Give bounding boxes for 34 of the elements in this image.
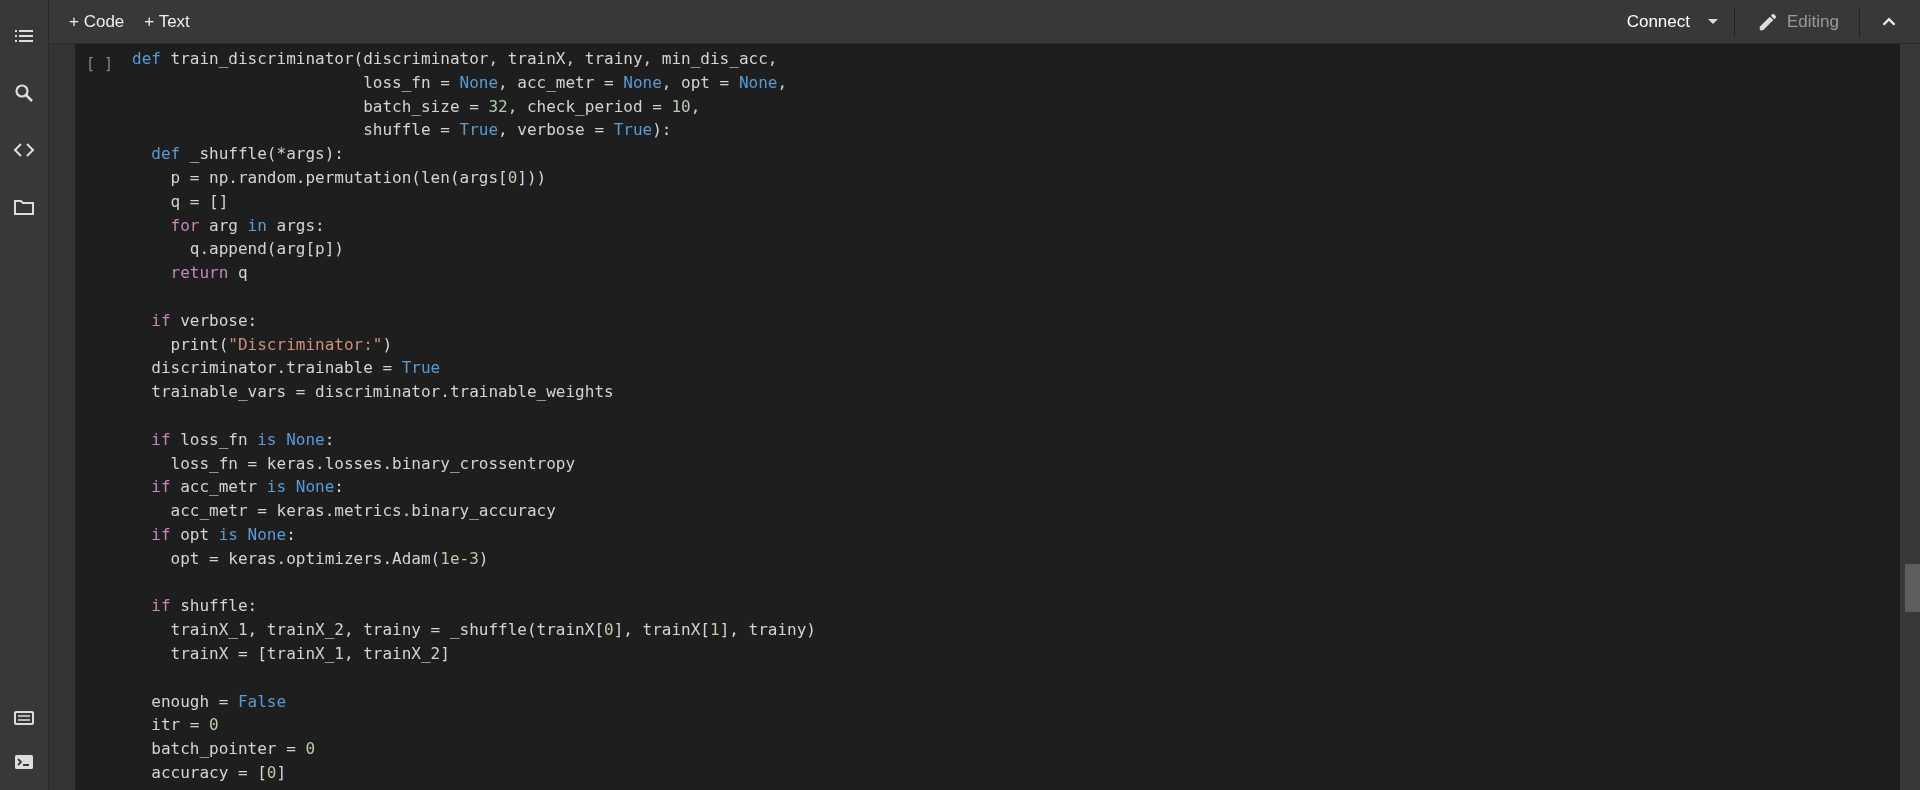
code-line: q = [] bbox=[169, 190, 229, 213]
code-line: if verbose: bbox=[150, 309, 258, 332]
code-line: def train_discriminator(discriminator, trainX, trainy, min_dis_acc, bbox=[132, 48, 778, 70]
code-line: loss_fn = keras.losses.binary_crossentropy bbox=[169, 452, 576, 475]
code-line: p = np.random.permutation(len(args[0])) bbox=[169, 167, 547, 189]
code-line: if opt is None: bbox=[150, 523, 296, 546]
connect-button[interactable]: Connect bbox=[1622, 5, 1694, 38]
code-line: shuffle = True, verbose = True): bbox=[362, 119, 672, 142]
code-line: trainable_vars = discriminator.trainable_weights bbox=[150, 381, 614, 404]
editing-mode-label: Editing bbox=[1787, 11, 1839, 32]
code-cell[interactable] bbox=[75, 44, 1900, 790]
code-line: return q bbox=[169, 262, 248, 285]
code-line: print("Discriminator:") bbox=[169, 333, 393, 356]
code-line: accuracy = [0] bbox=[150, 761, 287, 784]
add-cell-button[interactable]: + Text bbox=[136, 5, 198, 38]
code-line: discriminator.trainable = True bbox=[150, 357, 441, 380]
caret-icon[interactable] bbox=[1708, 18, 1718, 25]
add-cell-button[interactable]: + Code bbox=[61, 5, 133, 38]
code-line: opt = keras.optimizers.Adam(1e-3) bbox=[169, 547, 489, 570]
code-line: if shuffle: bbox=[150, 595, 258, 618]
code-line: q.append(arg[p]) bbox=[188, 238, 344, 261]
code-line: trainX_1, trainX_2, trainy = _shuffle(trainX[0], trainX[1], trainy) bbox=[169, 619, 816, 642]
code-line: batch_pointer = 0 bbox=[150, 738, 316, 761]
code-line: itr = 0 bbox=[150, 714, 219, 737]
code-line: for arg in args: bbox=[169, 214, 325, 237]
code-line: batch_size = 32, check_period = 10, bbox=[362, 95, 701, 118]
code-line: loss_fn = None, acc_metr = None, opt = None, bbox=[362, 71, 788, 94]
code-line: acc_metr = keras.metrics.binary_accuracy bbox=[169, 500, 556, 523]
run-indicator[interactable]: [ ] bbox=[75, 47, 132, 73]
code-line: if loss_fn is None: bbox=[150, 428, 335, 451]
code-line: enough = False bbox=[150, 690, 287, 713]
code-line: trainX = [trainX_1, trainX_2] bbox=[169, 642, 450, 665]
code-line: def _shuffle(*args): bbox=[150, 143, 344, 166]
code-line: if acc_metr is None: bbox=[150, 476, 344, 499]
